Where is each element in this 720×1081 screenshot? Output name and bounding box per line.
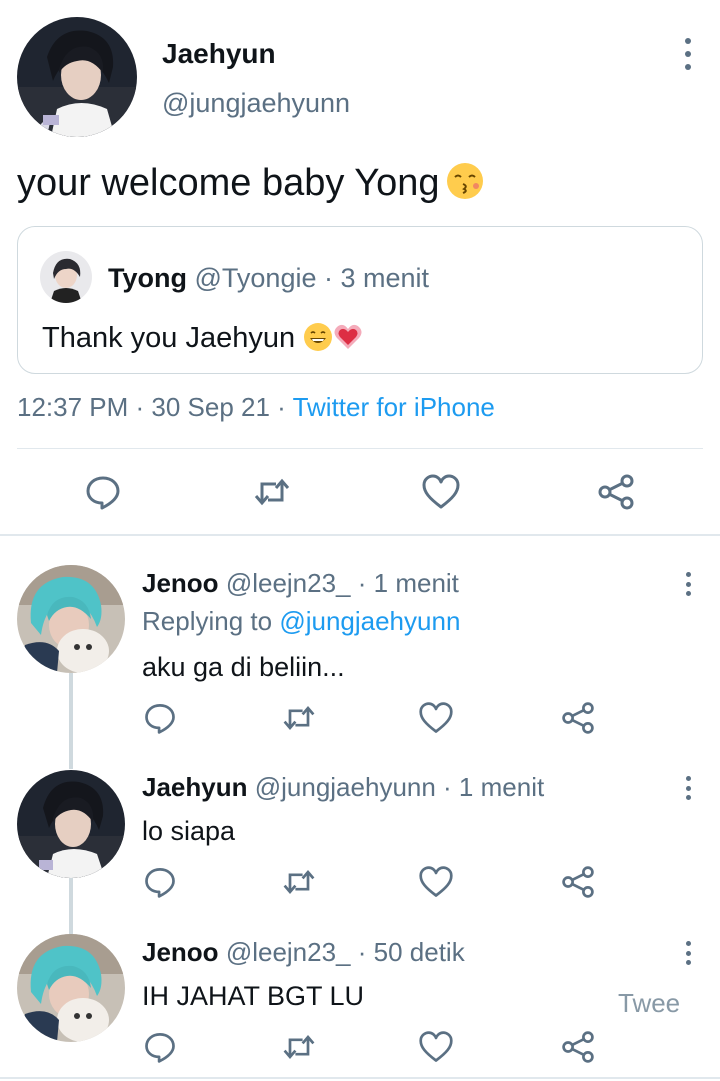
like-icon[interactable] [418,1029,454,1065]
thread-line [69,673,73,769]
reply-author-name[interactable]: Jenoo [142,568,219,598]
share-icon[interactable] [560,1029,596,1065]
reply-icon[interactable] [142,700,178,736]
like-icon[interactable] [418,700,454,736]
reply-avatar[interactable] [17,565,125,673]
more-options-icon[interactable] [681,572,695,596]
tweet-source-link[interactable]: Twitter for iPhone [293,392,495,422]
section-divider [0,534,720,536]
quoted-author-avatar[interactable] [40,251,92,303]
reply-author-name[interactable]: Jaehyun [142,772,248,802]
divider [17,448,703,449]
compose-tweet-button[interactable]: Twee [618,988,680,1019]
replying-to: Replying to @jungjaehyunn [142,606,460,637]
grinning-face-emoji [303,322,333,352]
reply-header: Jaehyun @jungjaehyunn · 1 menit [142,772,544,803]
reply-header: Jenoo @leejn23_ · 50 detik [142,937,465,968]
quoted-header: Tyong @Tyongie · 3 menit [108,263,429,294]
reply-author-handle[interactable]: @leejn23_ [226,568,351,598]
share-icon[interactable] [596,472,636,512]
retweet-icon[interactable] [281,1029,317,1065]
reply-author-handle[interactable]: @jungjaehyunn [255,772,436,802]
reply-time: · 1 menit [435,772,545,802]
tweet-text: your welcome baby Yong [17,162,484,205]
quoted-author-name[interactable]: Tyong [108,263,187,293]
reply-icon[interactable] [142,1029,178,1065]
sparkling-heart-emoji [333,322,363,352]
more-options-icon[interactable] [681,941,695,965]
reply-author-handle[interactable]: @leejn23_ [226,937,351,967]
replying-mention-link[interactable]: @jungjaehyunn [279,606,460,636]
quoted-separator: · [324,263,333,293]
quoted-tweet-card[interactable]: Tyong @Tyongie · 3 menit Thank you Jaehy… [17,226,703,374]
quoted-text: Thank you Jaehyun [42,322,363,355]
reply-text: IH JAHAT BGT LU [142,981,365,1011]
quoted-time: 3 menit [340,263,430,293]
like-icon[interactable] [418,864,454,900]
reply-header: Jenoo @leejn23_ · 1 menit [142,568,459,599]
like-icon[interactable] [421,472,461,512]
reply-icon[interactable] [83,472,123,512]
quoted-author-handle[interactable]: @Tyongie [195,263,317,293]
reply-author-name[interactable]: Jenoo [142,937,219,967]
reply-text: aku ga di beliin... [142,652,345,682]
thread-line [69,878,73,934]
bottom-divider [0,1077,720,1079]
tweet-timestamp: 12:37 PM · 30 Sep 21 · Twitter for iPhon… [17,392,495,423]
reply-text: lo siapa [142,816,236,846]
more-options-icon[interactable] [678,38,698,70]
reply-time: · 1 menit [350,568,459,598]
more-options-icon[interactable] [681,776,695,800]
main-author-avatar[interactable] [17,17,137,137]
replying-prefix: Replying to [142,606,280,636]
reply-time: · 50 detik [350,937,465,967]
retweet-icon[interactable] [281,700,317,736]
reply-avatar[interactable] [17,770,125,878]
retweet-icon[interactable] [281,864,317,900]
share-icon[interactable] [560,700,596,736]
retweet-icon[interactable] [252,472,292,512]
kissing-face-emoji [446,162,484,200]
quoted-text-content: Thank you Jaehyun [42,322,296,354]
main-author-handle[interactable]: @jungjaehyunn [162,88,350,119]
timestamp-text: 12:37 PM · 30 Sep 21 · [17,392,293,422]
main-author-name[interactable]: Jaehyun [162,38,276,70]
share-icon[interactable] [560,864,596,900]
reply-avatar[interactable] [17,934,125,1042]
reply-icon[interactable] [142,864,178,900]
tweet-text-content: your welcome baby Yong [17,162,440,204]
